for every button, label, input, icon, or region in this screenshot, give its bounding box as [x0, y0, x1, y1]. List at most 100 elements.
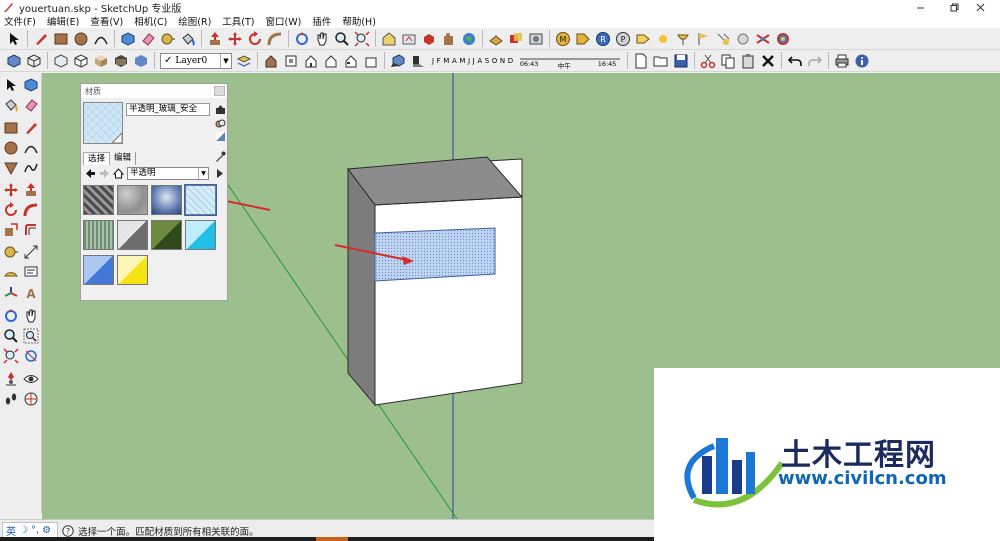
line-tool-button[interactable] — [31, 29, 51, 48]
light-button[interactable] — [673, 29, 693, 48]
sphere-button[interactable] — [733, 29, 753, 48]
swatch-yellow-triangle[interactable] — [117, 255, 148, 285]
swatch-blue-triangle[interactable] — [83, 255, 114, 285]
polygon-tool[interactable] — [1, 158, 21, 178]
get-models-button[interactable] — [379, 29, 399, 48]
front-view-button[interactable] — [261, 51, 281, 70]
make-component-button[interactable] — [118, 29, 138, 48]
wireframe-style-button[interactable] — [24, 51, 44, 70]
select-tool-button[interactable] — [4, 29, 24, 48]
library-select[interactable]: 半透明 ▼ — [127, 167, 209, 180]
materials-panel-titlebar[interactable]: 材质 — [81, 84, 227, 98]
swatch-green-triangle[interactable] — [151, 220, 182, 250]
close-button[interactable] — [960, 0, 1000, 14]
push-pull-button[interactable] — [205, 29, 225, 48]
orbit-tool[interactable] — [1, 306, 21, 326]
layer-dropdown[interactable]: ✓ Layer0 ▼ — [160, 52, 232, 69]
dimension-tool[interactable] — [21, 242, 41, 262]
share-component-button[interactable] — [419, 29, 439, 48]
swatch-gray-speckle[interactable] — [117, 185, 148, 215]
line-tool[interactable] — [21, 118, 41, 138]
freehand-tool[interactable] — [21, 158, 41, 178]
forward-button[interactable] — [97, 167, 111, 181]
save-button[interactable] — [671, 51, 691, 70]
style-p-button[interactable]: P — [613, 29, 633, 48]
left-view-button[interactable] — [361, 51, 381, 70]
swatch-blue-sky-glass[interactable] — [151, 185, 182, 215]
undo-button[interactable] — [785, 51, 805, 70]
3d-text-tool[interactable]: A — [21, 283, 41, 303]
swatch-green-striped[interactable] — [83, 220, 114, 250]
sample-paint-button[interactable] — [214, 150, 226, 162]
box-side-face[interactable] — [347, 167, 376, 407]
menu-help[interactable]: 帮助(H) — [342, 14, 376, 28]
push-pull-tool[interactable] — [21, 180, 41, 200]
share-model-button[interactable] — [399, 29, 419, 48]
textured-style-button[interactable] — [111, 51, 131, 70]
previous-view-tool[interactable] — [21, 346, 41, 366]
offset-tool[interactable] — [21, 220, 41, 240]
menu-camera[interactable]: 相机(C) — [134, 14, 167, 28]
menu-plugins[interactable]: 插件 — [312, 14, 331, 28]
sun-button[interactable] — [653, 29, 673, 48]
shaded-style-button[interactable] — [91, 51, 111, 70]
rotate-tool[interactable] — [1, 200, 21, 220]
shadow-settings-button[interactable] — [408, 51, 428, 70]
panel-close-button[interactable] — [214, 86, 225, 96]
text-label-button[interactable] — [633, 29, 653, 48]
zoom-extents-button[interactable] — [352, 29, 372, 48]
top-view-button[interactable] — [281, 51, 301, 70]
help-icon[interactable]: ? — [62, 524, 74, 537]
details-button[interactable] — [212, 167, 226, 181]
print-button[interactable] — [832, 51, 852, 70]
model-info-button[interactable] — [852, 51, 872, 70]
move-tool[interactable] — [1, 180, 21, 200]
make-component-tool[interactable] — [21, 75, 41, 95]
orbit-tool-button[interactable] — [292, 29, 312, 48]
layer-manager-button[interactable] — [234, 51, 254, 70]
arc-tool-button[interactable] — [91, 29, 111, 48]
rectangle-tool[interactable] — [1, 118, 21, 138]
right-view-button[interactable] — [321, 51, 341, 70]
pan-tool[interactable] — [21, 306, 41, 326]
redo-button[interactable] — [805, 51, 825, 70]
copy-button[interactable] — [718, 51, 738, 70]
render-button[interactable] — [773, 29, 793, 48]
display-secondary-pane-button[interactable] — [214, 103, 226, 115]
select-tool[interactable] — [1, 75, 21, 95]
xray-style-button[interactable] — [51, 51, 71, 70]
paint-bucket-tool[interactable] — [1, 95, 21, 115]
eraser-tool[interactable] — [21, 95, 41, 115]
photo-match-button[interactable] — [526, 29, 546, 48]
spotlight-button[interactable] — [713, 29, 733, 48]
open-file-button[interactable] — [651, 51, 671, 70]
swatch-cyan-triangle[interactable] — [185, 220, 216, 250]
rotate-tool-button[interactable] — [245, 29, 265, 48]
cut-button[interactable] — [698, 51, 718, 70]
move-tool-button[interactable] — [225, 29, 245, 48]
rectangle-tool-button[interactable] — [51, 29, 71, 48]
zoom-extents-tool[interactable] — [1, 346, 21, 366]
tape-measure-button[interactable] — [158, 29, 178, 48]
sandbox-button[interactable] — [486, 29, 506, 48]
dimensions-button[interactable] — [573, 29, 593, 48]
paint-bucket-button[interactable] — [178, 29, 198, 48]
position-camera-tool[interactable] — [1, 369, 21, 389]
swatch-gray-triangle[interactable] — [117, 220, 148, 250]
back-view-button[interactable] — [341, 51, 361, 70]
default-material-button[interactable] — [214, 130, 226, 142]
home-button[interactable] — [111, 167, 125, 181]
back-button[interactable] — [83, 167, 97, 181]
tab-select[interactable]: 选择 — [83, 152, 111, 165]
swatch-dark-stone[interactable] — [83, 185, 114, 215]
extension-warehouse-button[interactable] — [439, 29, 459, 48]
glass-window-face[interactable] — [374, 227, 496, 282]
paste-button[interactable] — [738, 51, 758, 70]
menu-edit[interactable]: 编辑(E) — [47, 14, 79, 28]
follow-me-button[interactable] — [265, 29, 285, 48]
zoom-tool[interactable] — [1, 326, 21, 346]
scale-tool[interactable] — [1, 220, 21, 240]
solid-tools-button[interactable] — [506, 29, 526, 48]
menu-draw[interactable]: 绘图(R) — [178, 14, 211, 28]
look-around-tool[interactable] — [21, 369, 41, 389]
